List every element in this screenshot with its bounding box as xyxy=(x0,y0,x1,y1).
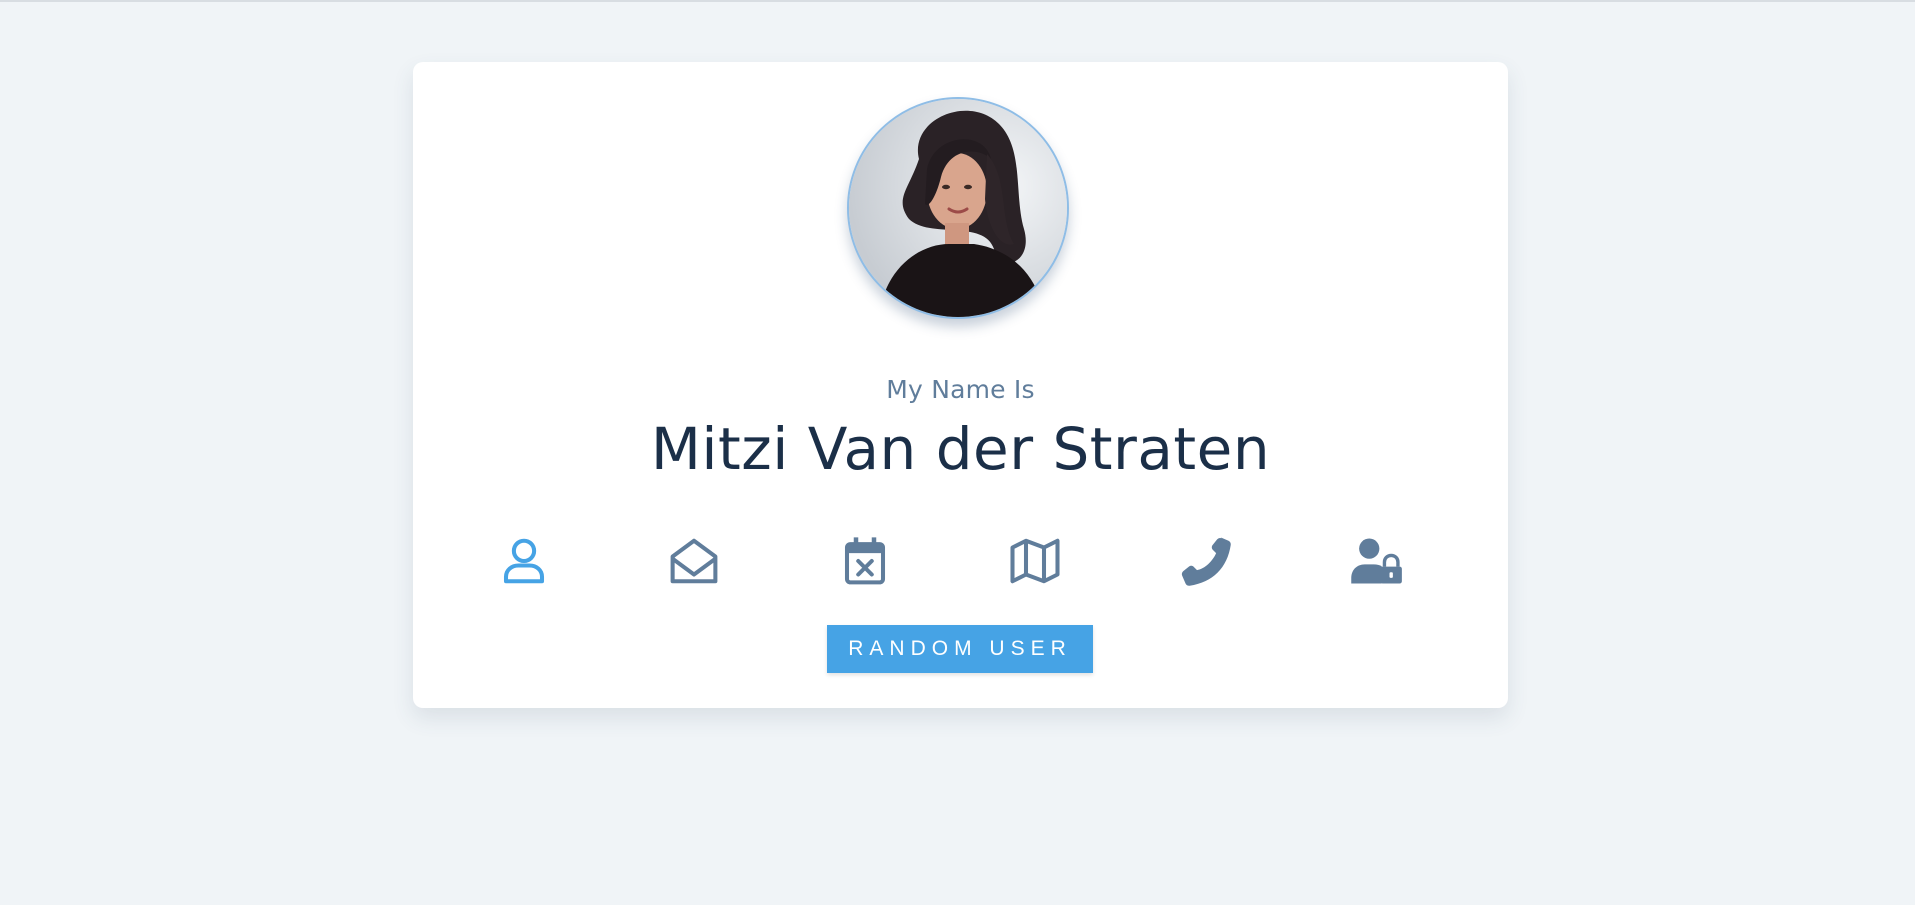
birthday-icon-button[interactable] xyxy=(835,531,895,591)
info-icon-bar xyxy=(413,531,1508,591)
email-icon-button[interactable] xyxy=(664,531,724,591)
user-card: My Name Is Mitzi Van der Straten RANDOM … xyxy=(413,62,1508,708)
user-info-label: My Name Is xyxy=(886,375,1035,404)
password-icon-button[interactable] xyxy=(1346,531,1406,591)
user-lock-icon xyxy=(1351,538,1402,584)
avatar xyxy=(847,97,1069,319)
map-icon xyxy=(1010,538,1060,584)
user-icon xyxy=(503,538,545,584)
calendar-x-icon xyxy=(844,537,886,585)
envelope-open-icon xyxy=(670,538,718,584)
phone-icon-button[interactable] xyxy=(1176,531,1236,591)
address-icon-button[interactable] xyxy=(1005,531,1065,591)
user-icon-button[interactable] xyxy=(494,531,554,591)
random-user-button[interactable]: RANDOM USER xyxy=(827,625,1093,673)
user-info-value: Mitzi Van der Straten xyxy=(650,415,1271,483)
avatar-photo xyxy=(849,99,1067,317)
phone-icon xyxy=(1181,537,1231,586)
